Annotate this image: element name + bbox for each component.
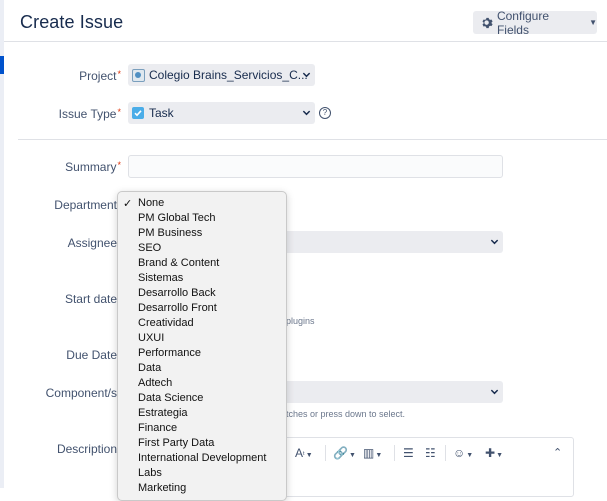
section-divider: [18, 139, 607, 140]
dropdown-option[interactable]: Sistemas: [138, 271, 183, 286]
chevron-down-icon: [490, 239, 499, 245]
numbered-list-icon[interactable]: ☷: [425, 446, 436, 460]
task-icon: [132, 107, 144, 119]
text-color-icon[interactable]: Aᵗ▼: [295, 446, 313, 460]
dropdown-option[interactable]: Data Science: [138, 391, 203, 406]
components-hint: tches or press down to select.: [286, 409, 406, 419]
dropdown-option[interactable]: Data: [138, 361, 161, 376]
help-icon[interactable]: ?: [319, 107, 331, 119]
emoji-icon[interactable]: ☺▼: [453, 446, 473, 460]
project-label: Project*: [79, 69, 121, 83]
dropdown-option[interactable]: None: [138, 196, 164, 211]
dropdown-option[interactable]: Adtech: [138, 376, 172, 391]
header-divider: [4, 41, 607, 42]
dropdown-option[interactable]: PM Global Tech: [138, 211, 215, 226]
dropdown-option[interactable]: Marketing: [138, 481, 186, 496]
collapse-toolbar-icon[interactable]: ⌃: [553, 446, 562, 459]
dropdown-option[interactable]: Estrategia: [138, 406, 188, 421]
department-dropdown[interactable]: ✓ None PM Global Tech PM Business SEO Brand …: [117, 191, 287, 501]
issue-type-select[interactable]: Task: [128, 102, 315, 124]
department-label: Department: [54, 198, 117, 212]
summary-input[interactable]: [128, 155, 503, 178]
background-page-strip: [0, 0, 4, 488]
configure-fields-button[interactable]: Configure Fields ▼: [473, 8, 597, 37]
dropdown-option[interactable]: PM Business: [138, 226, 202, 241]
dropdown-option[interactable]: First Party Data: [138, 436, 214, 451]
toolbar-divider: [445, 445, 446, 461]
background-nav-marker: [0, 56, 4, 74]
dropdown-option[interactable]: SEO: [138, 241, 161, 256]
project-value: Colegio Brains_Servicios_C...: [149, 68, 308, 82]
components-label: Component/s: [45, 386, 117, 400]
chevron-down-icon: [302, 72, 311, 78]
start-date-label: Start date: [64, 292, 117, 306]
assignee-label: Assignee: [67, 236, 117, 250]
attachment-icon[interactable]: ▥▼: [363, 446, 382, 460]
dialog-title: Create Issue: [20, 12, 124, 32]
plus-icon[interactable]: ✚▼: [485, 446, 503, 460]
dropdown-option[interactable]: UXUI: [138, 331, 164, 346]
start-date-hint: plugins: [286, 316, 315, 326]
chevron-down-icon: [490, 389, 499, 395]
dropdown-option[interactable]: Brand & Content: [138, 256, 219, 271]
chevron-down-icon: [302, 110, 311, 116]
issue-type-value: Task: [149, 106, 174, 120]
configure-fields-label: Configure Fields: [496, 8, 549, 37]
dropdown-option[interactable]: Creatividad: [138, 316, 194, 331]
checkmark-icon: ✓: [123, 198, 133, 210]
description-editor[interactable]: Aᵗ▼ 🔗▼ ▥▼ ☰ ☷ ☺▼ ✚▼ ⌃: [258, 437, 574, 497]
gear-icon: [482, 17, 493, 28]
due-date-label: Due Date: [66, 348, 117, 362]
dropdown-option[interactable]: Finance: [138, 421, 177, 436]
summary-label: Summary*: [65, 160, 121, 174]
dropdown-option[interactable]: Labs: [138, 466, 162, 481]
description-label: Description: [56, 442, 117, 456]
bullet-list-icon[interactable]: ☰: [403, 446, 414, 460]
dropdown-option[interactable]: Performance: [138, 346, 201, 361]
dropdown-option[interactable]: Desarrollo Front: [138, 301, 217, 316]
issue-type-label: Issue Type*: [58, 107, 121, 121]
toolbar-divider: [394, 445, 395, 461]
project-avatar-icon: [132, 68, 145, 82]
dropdown-option[interactable]: International Development: [138, 451, 266, 466]
chevron-down-icon: ▼: [589, 18, 597, 27]
dropdown-option[interactable]: Desarrollo Back: [138, 286, 216, 301]
project-select[interactable]: Colegio Brains_Servicios_C...: [128, 64, 315, 86]
toolbar-divider: [325, 445, 326, 461]
link-icon[interactable]: 🔗▼: [333, 446, 356, 460]
